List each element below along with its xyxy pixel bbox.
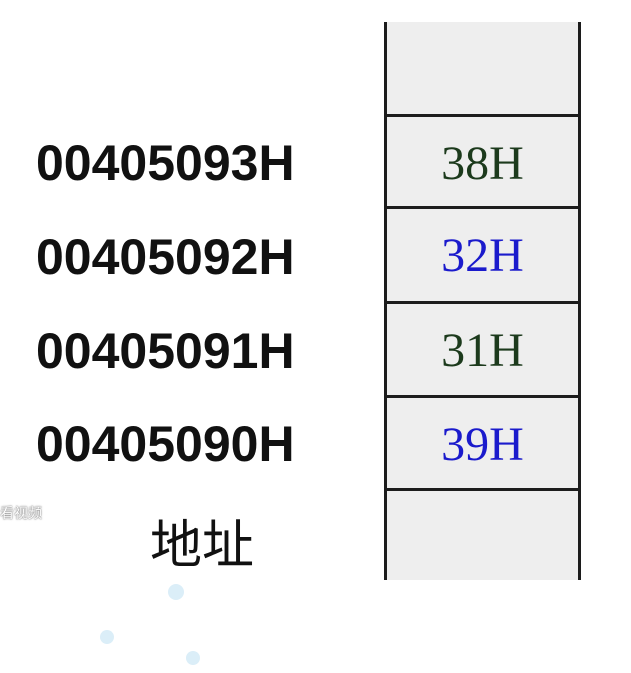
memory-cell-empty-top bbox=[387, 22, 578, 114]
memory-cell-00405090H: 39H bbox=[387, 398, 578, 490]
address-label: 00405092H bbox=[36, 229, 295, 285]
memory-cell-value: 32H bbox=[441, 228, 524, 282]
address-label: 00405090H bbox=[36, 416, 295, 472]
decorative-dot bbox=[186, 651, 200, 665]
memory-cell-value: 31H bbox=[441, 323, 524, 377]
decorative-dot bbox=[100, 630, 114, 644]
memory-cell-value: 39H bbox=[441, 417, 524, 471]
memory-cell-00405092H: 32H bbox=[387, 209, 578, 301]
decorative-dot bbox=[168, 584, 184, 600]
watermark-text: 看视频 bbox=[0, 506, 42, 522]
address-caption: 地址 bbox=[149, 515, 254, 576]
memory-cell-00405091H: 31H bbox=[387, 304, 578, 396]
memory-cell-value: 38H bbox=[441, 136, 524, 190]
memory-column: 38H 32H 31H 39H bbox=[384, 22, 581, 580]
memory-cell-00405093H: 38H bbox=[387, 117, 578, 209]
address-label: 00405093H bbox=[36, 135, 295, 191]
address-label: 00405091H bbox=[36, 323, 295, 379]
memory-cell-empty-bottom bbox=[387, 491, 578, 583]
